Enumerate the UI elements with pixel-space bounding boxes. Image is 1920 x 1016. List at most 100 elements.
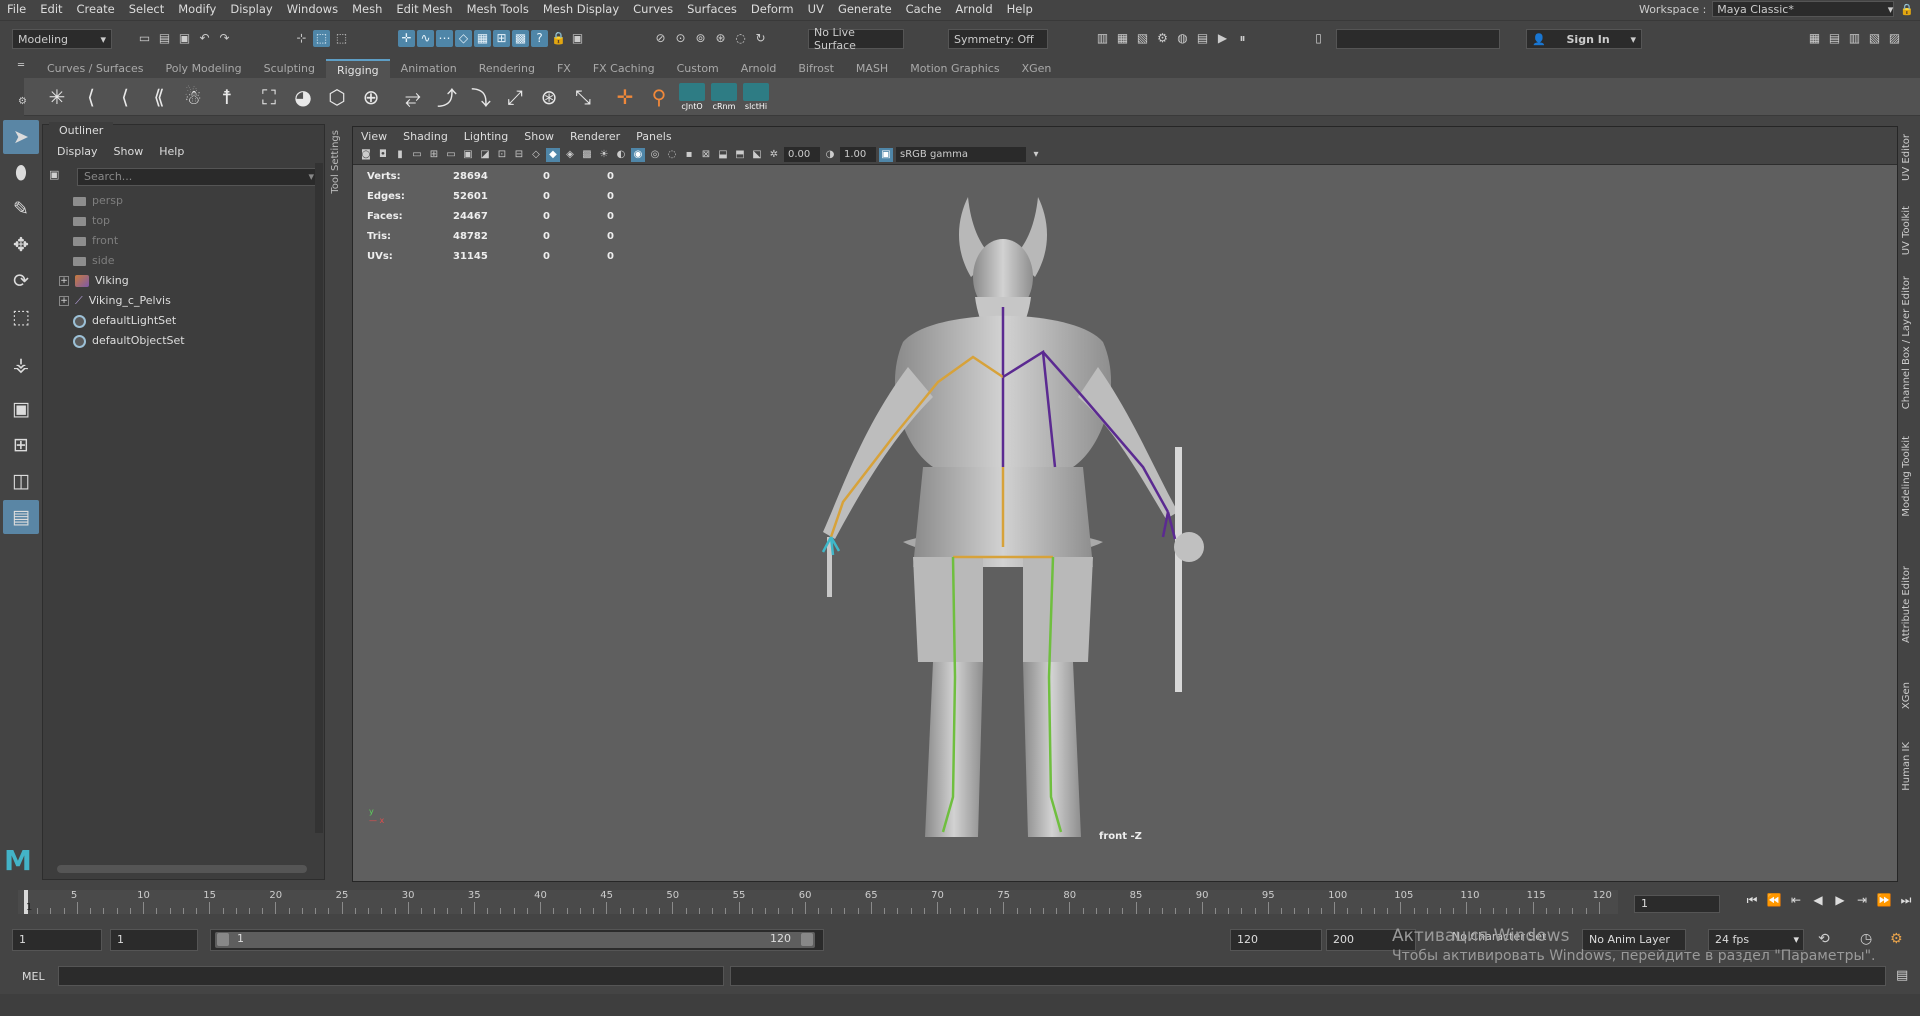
viewport-panel[interactable]: View Shading Lighting Show Renderer Panels ◙ …: [352, 126, 1898, 882]
snap-grid-icon[interactable]: ✛: [398, 30, 415, 47]
live-icon[interactable]: ◌: [732, 30, 749, 47]
outliner-item[interactable]: side: [73, 251, 115, 271]
ao-icon[interactable]: ⊠: [699, 148, 713, 162]
resolution-gate-icon[interactable]: ▣: [461, 148, 475, 162]
live-surface-field[interactable]: No Live Surface: [808, 26, 904, 52]
aim-constraint-icon[interactable]: ⊛: [532, 81, 566, 113]
outliner-menu-display[interactable]: Display: [57, 145, 98, 158]
locator-icon[interactable]: ✛: [608, 81, 642, 113]
outliner-search-input[interactable]: Search... ▾: [77, 168, 319, 186]
ik-handle-icon[interactable]: ⟪: [142, 81, 176, 113]
history-icon[interactable]: ⊘: [652, 30, 669, 47]
right-tab-modeling-toolkit[interactable]: Modeling Toolkit: [1901, 436, 1912, 517]
playback-start-field[interactable]: 1: [110, 929, 198, 951]
step-back-frame-icon[interactable]: ⇤: [1788, 892, 1804, 908]
anim-prefs-icon[interactable]: ⚙: [1890, 931, 1903, 947]
time-slider-ruler[interactable]: 5 10 15 20 25 30 35 40 45 50 55 60 65 70 75 80 85 90 95 100…: [18, 890, 1618, 914]
shelf-tab-rigging[interactable]: Rigging: [325, 59, 390, 78]
wire-on-shaded-icon[interactable]: ◈: [563, 148, 577, 162]
menu-modify[interactable]: Modify: [171, 0, 223, 18]
pause-icon[interactable]: ⏸: [1234, 30, 1251, 47]
select-component-icon[interactable]: ⬚: [333, 30, 350, 47]
step-back-key-icon[interactable]: ⏪: [1766, 892, 1782, 908]
render-current-icon[interactable]: ▥: [1094, 30, 1111, 47]
open-scene-icon[interactable]: ▤: [156, 30, 173, 47]
exposure-icon[interactable]: ✲: [767, 148, 781, 162]
auto-key-icon[interactable]: ◷: [1860, 931, 1872, 947]
lattice-icon[interactable]: ⬡: [320, 81, 354, 113]
search-field[interactable]: [1336, 29, 1500, 49]
shelf-tab-mash[interactable]: MASH: [845, 59, 899, 78]
isolate-icon[interactable]: ◉: [631, 147, 645, 162]
new-scene-icon[interactable]: ▭: [136, 30, 153, 47]
menu-windows[interactable]: Windows: [280, 0, 345, 18]
mirror-joint-icon[interactable]: ⟨: [108, 81, 142, 113]
shelf-tab-arnold[interactable]: Arnold: [730, 59, 788, 78]
quick-rig-icon[interactable]: ☨: [210, 81, 244, 113]
snap-curve-icon[interactable]: ∿: [417, 30, 434, 47]
outliner-item[interactable]: defaultObjectSet: [73, 331, 185, 351]
menu-generate[interactable]: Generate: [831, 0, 899, 18]
shelf-tab-fx-caching[interactable]: FX Caching: [582, 59, 666, 78]
ipr-icon[interactable]: ▧: [1134, 30, 1151, 47]
menu-deform[interactable]: Deform: [744, 0, 801, 18]
symmetry-dropdown[interactable]: Symmetry: Off: [948, 29, 1048, 49]
viewport-menu-view[interactable]: View: [361, 130, 387, 143]
shelf-settings-icon[interactable]: ⚙: [18, 96, 27, 107]
outliner-item[interactable]: + ⟋ Viking_c_Pelvis: [59, 291, 171, 311]
viewport-menu-renderer[interactable]: Renderer: [570, 130, 620, 143]
undo-icon[interactable]: ↶: [196, 30, 213, 47]
reload-icon[interactable]: ↻: [752, 30, 769, 47]
render-sequence-icon[interactable]: ▦: [1114, 30, 1131, 47]
exposure-field[interactable]: 0.00: [784, 147, 820, 162]
menu-edit[interactable]: Edit: [33, 0, 69, 18]
four-pane-icon[interactable]: ⊞: [3, 428, 39, 462]
outliner-options-icon[interactable]: ▣: [49, 168, 59, 181]
shelf-tab-xgen[interactable]: XGen: [1011, 59, 1063, 78]
shelf-tab-custom[interactable]: Custom: [666, 59, 730, 78]
shelf-tab-sculpting[interactable]: Sculpting: [253, 59, 326, 78]
outliner-menu-show[interactable]: Show: [114, 145, 144, 158]
render-view-icon[interactable]: ▤: [1194, 30, 1211, 47]
construction-icon[interactable]: ⊛: [712, 30, 729, 47]
antialias-icon[interactable]: ⬒: [733, 148, 747, 162]
menu-mesh-display[interactable]: Mesh Display: [536, 0, 626, 18]
tool-settings-tab[interactable]: Tool Settings: [330, 130, 341, 194]
viewport-menu-show[interactable]: Show: [524, 130, 554, 143]
right-tab-uv-toolkit[interactable]: UV Toolkit: [1901, 206, 1912, 255]
camera-select-icon[interactable]: ◙: [359, 148, 373, 162]
shelf-btn-crnm[interactable]: cRnm: [708, 81, 740, 113]
single-pane-icon[interactable]: ▣: [3, 392, 39, 426]
shelf-menu-icon[interactable]: ═: [18, 60, 24, 71]
hypershade-icon[interactable]: ◍: [1174, 30, 1191, 47]
select-tool-icon[interactable]: ➤: [3, 120, 39, 154]
image-plane-icon[interactable]: ▭: [410, 148, 424, 162]
shelf-tab-bifrost[interactable]: Bifrost: [787, 59, 845, 78]
attribute-editor-icon[interactable]: ▤: [1826, 30, 1843, 47]
snap-plane-icon[interactable]: ⊞: [493, 30, 510, 47]
command-input[interactable]: [58, 966, 724, 986]
menu-surfaces[interactable]: Surfaces: [680, 0, 744, 18]
color-mgmt-icon[interactable]: ▣: [879, 147, 893, 162]
output-ops-icon[interactable]: ⊚: [692, 30, 709, 47]
grid-icon[interactable]: ⊞: [427, 148, 441, 162]
right-tab-channel-box-layer-editor[interactable]: Channel Box / Layer Editor: [1901, 276, 1912, 409]
move-tool-icon[interactable]: ✥: [3, 228, 39, 262]
camera-attr-icon[interactable]: ◘: [376, 148, 390, 162]
motion-blur-icon[interactable]: ⬓: [716, 148, 730, 162]
shelf-tab-motion-graphics[interactable]: Motion Graphics: [899, 59, 1010, 78]
shadows-icon[interactable]: ◐: [614, 148, 628, 162]
outliner-layout-icon[interactable]: ▤: [3, 500, 39, 534]
lasso-tool-icon[interactable]: ⬮: [3, 156, 39, 190]
script-editor-icon[interactable]: ▤: [1896, 968, 1908, 983]
expand-icon[interactable]: +: [59, 296, 69, 306]
range-slider[interactable]: 1 120: [210, 929, 824, 951]
workspace-dropdown[interactable]: Maya Classic* ▾: [1712, 1, 1895, 17]
outliner-item[interactable]: persp: [73, 191, 123, 211]
render-settings-icon[interactable]: ⚙: [1154, 30, 1171, 47]
snap-point-icon[interactable]: ⋯: [436, 30, 453, 47]
go-to-end-icon[interactable]: ⏭: [1898, 892, 1914, 908]
shelf-btn-cjnto[interactable]: cJntO: [676, 81, 708, 113]
textured-icon[interactable]: ▩: [580, 148, 594, 162]
human-ik-icon[interactable]: ☃: [176, 81, 210, 113]
